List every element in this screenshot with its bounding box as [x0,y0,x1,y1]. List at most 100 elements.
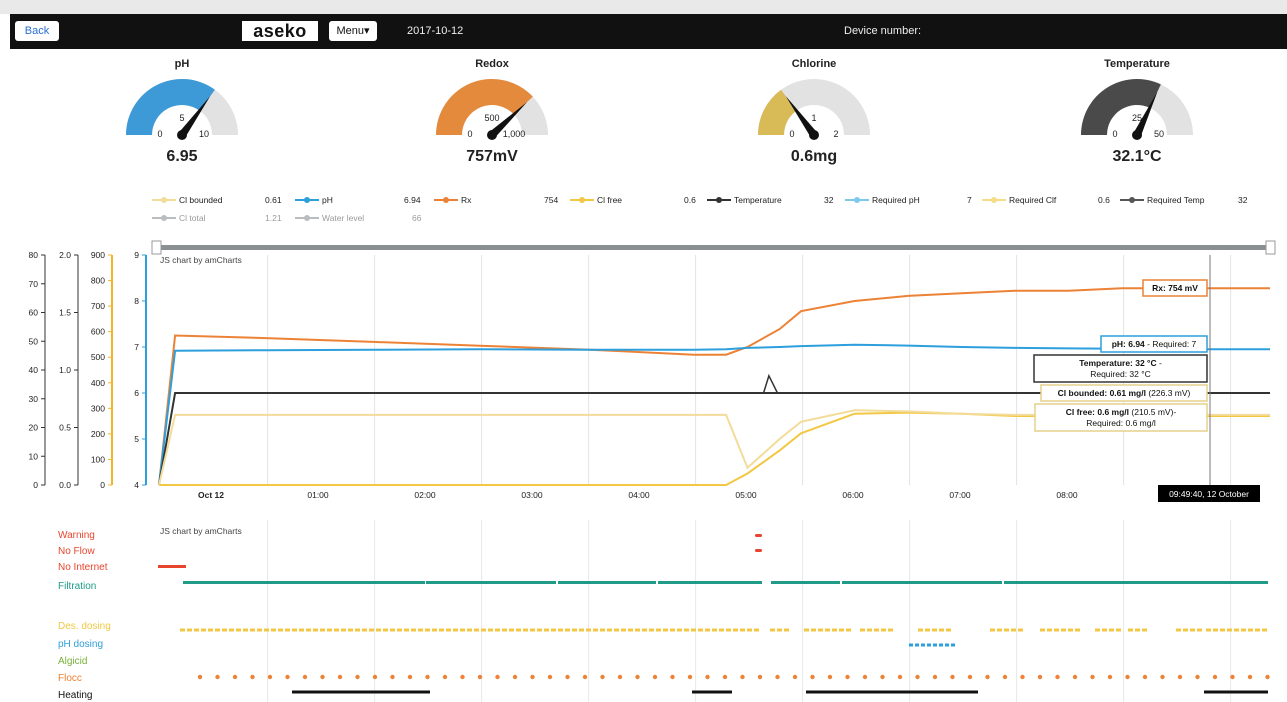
legend-value: 754 [544,195,559,205]
status-flocc-dot [197,674,203,680]
status-des-dosing-dash [474,628,479,632]
status-des-dosing-dash [229,628,234,632]
status-chart-credit[interactable]: JS chart by amCharts [160,526,242,536]
status-flocc-dot [617,674,623,680]
legend-marker [707,197,731,203]
status-des-dosing-dash [804,628,809,632]
status-des-dosing-dash [523,628,528,632]
status-des-dosing-dash [1206,628,1211,632]
status-label-algicid: Algicid [58,656,88,667]
status-flocc-dot [285,674,290,680]
status-des-dosing-dash [1095,628,1100,632]
legend-item-required-ph[interactable]: Required pH 7 [845,193,975,207]
status-des-dosing-dash [348,628,353,632]
status-des-dosing-dash [1018,628,1023,632]
legend-value: 6.94 [404,195,421,205]
legend-item-temperature[interactable]: Temperature 32 [707,193,837,207]
legend-marker [845,197,869,203]
gauge-mid-label: 500 [484,113,499,123]
legend-item-rx[interactable]: Rx 754 [434,193,564,207]
legend-item-required-clf[interactable]: Required Clf 0.6 [982,193,1112,207]
status-des-dosing-dash [208,628,213,632]
status-des-dosing-dash [997,628,1002,632]
status-flocc-dot [985,674,990,680]
status-ph-dosing-dash [909,643,913,647]
chart-credit[interactable]: JS chart by amCharts [160,255,242,265]
gauge-hub [809,130,819,140]
legend-value: 1.21 [265,213,282,223]
status-des-dosing-dash [1227,628,1232,632]
status-des-dosing-dash [187,628,192,632]
y-axis-tick-label: 40 [29,365,39,375]
legend-name: Cl bounded [179,195,223,205]
status-flocc-dot [267,674,273,680]
status-des-dosing-dash [932,628,937,632]
status-des-dosing-dash [537,628,542,632]
balloon-bold: Temperature: 32 °C [1079,358,1156,368]
menu-button[interactable]: Menu▾ [329,21,377,41]
y-axes: 0 10 20 30 40 50 60 70 80 0.0 0.5 1.0 1.5 2.0 0 100 200 3… [29,250,147,490]
legend-item-cl-free[interactable]: Cl free 0.6 [570,193,700,207]
status-des-dosing-dash [607,628,612,632]
scrollbar-track[interactable] [157,245,1272,250]
status-des-dosing-dash [777,628,782,632]
status-bars [158,534,1270,694]
status-des-dosing-dash [327,628,332,632]
status-heating-bar [692,690,732,694]
status-timeline-chart[interactable]: JS chart by amCharts [0,520,1287,702]
scrollbar-handle-left[interactable] [151,240,162,255]
gauge-hub [1132,130,1142,140]
status-des-dosing-dash [418,628,423,632]
status-des-dosing-dash [1040,628,1045,632]
status-warning-mark [755,534,762,537]
date-label: 2017-10-12 [407,25,464,37]
legend-item-water-level[interactable]: Water level 66 [295,211,425,225]
status-des-dosing-dash [719,628,724,632]
status-des-dosing-dash [390,628,395,632]
status-des-dosing-dash [867,628,872,632]
status-flocc-dot [442,674,448,680]
scrollbar-handle-right[interactable] [1265,240,1276,255]
status-flocc-dot [757,674,763,680]
status-heating-bar [806,690,978,694]
status-des-dosing-dash [586,628,591,632]
gauge-min-label: 0 [157,129,162,139]
status-des-dosing-dash [1248,628,1253,632]
status-des-dosing-dash [832,628,837,632]
status-flocc-dot [1212,674,1218,680]
legend-item-required-temp[interactable]: Required Temp 32 [1120,193,1255,207]
status-des-dosing-dash [1262,628,1267,632]
status-des-dosing-dash [236,628,241,632]
legend-value: 66 [412,213,422,223]
balloon-rest: (226.3 mV) [1146,388,1191,398]
x-axis-label: Oct 12 [198,490,224,500]
status-flocc-dot [1247,674,1253,680]
status-flocc-dot [1072,674,1078,680]
legend-value: 32 [824,195,834,205]
legend-value: 0.6 [684,195,696,205]
legend-marker [1120,197,1144,203]
y-axis-tick-label: 4 [134,480,139,490]
gauge-hub [177,130,187,140]
status-flocc-dot [1002,674,1008,680]
main-line-chart[interactable]: 0 10 20 30 40 50 60 70 80 0.0 0.5 1.0 1.5 2.0 0 100 200 3… [0,240,1287,508]
status-des-dosing-dash [334,628,339,632]
legend-item-cl-total[interactable]: Cl total 1.21 [152,211,282,225]
legend-item-ph[interactable]: pH 6.94 [295,193,425,207]
status-flocc-dot [897,674,903,680]
status-flocc-dot [705,674,710,680]
legend-value: 0.61 [265,195,282,205]
back-button[interactable]: Back [15,21,59,41]
legend-item-cl-bounded[interactable]: Cl bounded 0.61 [152,193,282,207]
gauge-dial: 0 1 2 [758,79,870,140]
status-des-dosing-dash [874,628,879,632]
y-axis-tick-label: 70 [29,279,39,289]
status-des-dosing-dash [881,628,886,632]
status-des-dosing-dash [565,628,570,632]
gauge-mid-label: 1 [811,113,816,123]
status-flocc-dot [1037,674,1043,680]
legend-marker [982,197,1006,203]
legend-marker [152,215,176,221]
y-axis-tick-label: 1.5 [59,308,71,318]
status-des-dosing-dash [1011,628,1016,632]
